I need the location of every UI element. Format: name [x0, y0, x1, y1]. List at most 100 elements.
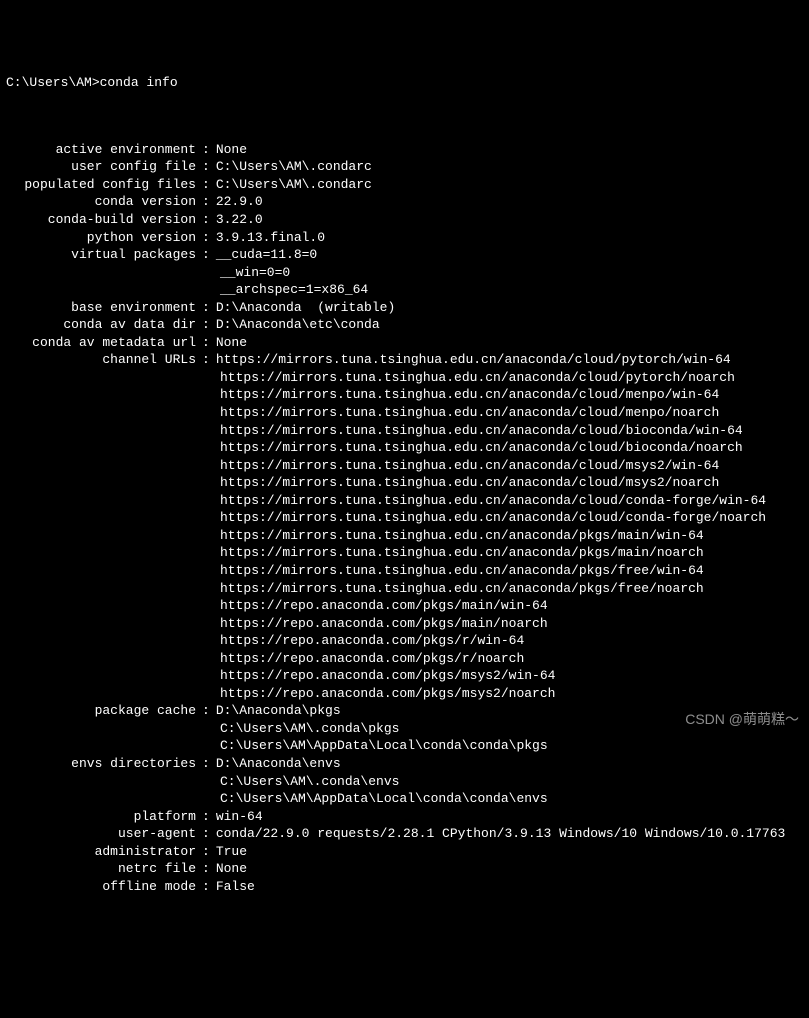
- info-value-continuation: https://mirrors.tuna.tsinghua.edu.cn/ana…: [6, 492, 803, 510]
- info-label: user-agent: [6, 825, 196, 843]
- watermark-text: CSDN @萌萌糕～: [685, 710, 799, 729]
- separator: :: [196, 825, 216, 843]
- info-row: active environment:None: [6, 141, 803, 159]
- info-value: C:\Users\AM\.condarc: [216, 158, 372, 176]
- info-value-continuation: https://mirrors.tuna.tsinghua.edu.cn/ana…: [6, 422, 803, 440]
- separator: :: [196, 211, 216, 229]
- separator: :: [196, 158, 216, 176]
- info-row: administrator:True: [6, 843, 803, 861]
- info-row: virtual packages:__cuda=11.8=0: [6, 246, 803, 264]
- separator: :: [196, 860, 216, 878]
- info-value-continuation: https://mirrors.tuna.tsinghua.edu.cn/ana…: [6, 527, 803, 545]
- info-row: package cache:D:\Anaconda\pkgs: [6, 702, 803, 720]
- separator: :: [196, 755, 216, 773]
- info-value-continuation: https://mirrors.tuna.tsinghua.edu.cn/ana…: [6, 386, 803, 404]
- info-label: package cache: [6, 702, 196, 720]
- info-value: D:\Anaconda\etc\conda: [216, 316, 380, 334]
- info-value-continuation: https://mirrors.tuna.tsinghua.edu.cn/ana…: [6, 457, 803, 475]
- info-value: D:\Anaconda\envs: [216, 755, 341, 773]
- separator: :: [196, 808, 216, 826]
- command-prompt-line[interactable]: C:\Users\AM> conda info: [6, 74, 803, 92]
- info-row: offline mode:False: [6, 878, 803, 896]
- info-value: True: [216, 843, 247, 861]
- info-value: win-64: [216, 808, 263, 826]
- info-row: user config file:C:\Users\AM\.condarc: [6, 158, 803, 176]
- info-label: offline mode: [6, 878, 196, 896]
- info-value-continuation: __archspec=1=x86_64: [6, 281, 803, 299]
- info-value-continuation: https://repo.anaconda.com/pkgs/main/win-…: [6, 597, 803, 615]
- info-label: user config file: [6, 158, 196, 176]
- info-value: D:\Anaconda (writable): [216, 299, 395, 317]
- info-row: python version:3.9.13.final.0: [6, 229, 803, 247]
- info-row: envs directories:D:\Anaconda\envs: [6, 755, 803, 773]
- info-value: conda/22.9.0 requests/2.28.1 CPython/3.9…: [216, 825, 786, 843]
- info-value-continuation: https://mirrors.tuna.tsinghua.edu.cn/ana…: [6, 544, 803, 562]
- info-value: False: [216, 878, 255, 896]
- separator: :: [196, 334, 216, 352]
- info-row: platform:win-64: [6, 808, 803, 826]
- info-label: conda-build version: [6, 211, 196, 229]
- typed-command: conda info: [100, 74, 178, 92]
- info-label: administrator: [6, 843, 196, 861]
- info-value-continuation: https://mirrors.tuna.tsinghua.edu.cn/ana…: [6, 369, 803, 387]
- info-label: netrc file: [6, 860, 196, 878]
- info-value-continuation: https://mirrors.tuna.tsinghua.edu.cn/ana…: [6, 509, 803, 527]
- info-label: active environment: [6, 141, 196, 159]
- info-row: base environment:D:\Anaconda (writable): [6, 299, 803, 317]
- info-row: channel URLs:https://mirrors.tuna.tsingh…: [6, 351, 803, 369]
- separator: :: [196, 351, 216, 369]
- info-value-continuation: https://mirrors.tuna.tsinghua.edu.cn/ana…: [6, 562, 803, 580]
- separator: :: [196, 299, 216, 317]
- separator: :: [196, 246, 216, 264]
- info-value-continuation: https://mirrors.tuna.tsinghua.edu.cn/ana…: [6, 404, 803, 422]
- info-value: 3.22.0: [216, 211, 263, 229]
- info-value: None: [216, 334, 247, 352]
- info-value-continuation: https://repo.anaconda.com/pkgs/r/win-64: [6, 632, 803, 650]
- info-value-continuation: C:\Users\AM\.conda\pkgs: [6, 720, 803, 738]
- info-label: virtual packages: [6, 246, 196, 264]
- info-label: conda av metadata url: [6, 334, 196, 352]
- info-label: python version: [6, 229, 196, 247]
- info-label: conda av data dir: [6, 316, 196, 334]
- separator: :: [196, 176, 216, 194]
- info-value-continuation: https://repo.anaconda.com/pkgs/msys2/win…: [6, 667, 803, 685]
- info-value-continuation: https://repo.anaconda.com/pkgs/msys2/noa…: [6, 685, 803, 703]
- separator: :: [196, 229, 216, 247]
- info-value: None: [216, 860, 247, 878]
- info-label: platform: [6, 808, 196, 826]
- info-value: https://mirrors.tuna.tsinghua.edu.cn/ana…: [216, 351, 731, 369]
- info-row: netrc file:None: [6, 860, 803, 878]
- info-value-continuation: C:\Users\AM\AppData\Local\conda\conda\en…: [6, 790, 803, 808]
- separator: :: [196, 702, 216, 720]
- info-row: conda av data dir:D:\Anaconda\etc\conda: [6, 316, 803, 334]
- separator: :: [196, 141, 216, 159]
- info-label: channel URLs: [6, 351, 196, 369]
- info-row: user-agent:conda/22.9.0 requests/2.28.1 …: [6, 825, 803, 843]
- prompt-path: C:\Users\AM>: [6, 74, 100, 92]
- separator: :: [196, 843, 216, 861]
- info-label: conda version: [6, 193, 196, 211]
- info-value: __cuda=11.8=0: [216, 246, 317, 264]
- info-label: envs directories: [6, 755, 196, 773]
- separator: :: [196, 193, 216, 211]
- info-row: populated config files:C:\Users\AM\.cond…: [6, 176, 803, 194]
- info-row: conda version:22.9.0: [6, 193, 803, 211]
- info-value-continuation: C:\Users\AM\AppData\Local\conda\conda\pk…: [6, 737, 803, 755]
- info-value-continuation: https://repo.anaconda.com/pkgs/main/noar…: [6, 615, 803, 633]
- info-label: populated config files: [6, 176, 196, 194]
- info-value-continuation: https://repo.anaconda.com/pkgs/r/noarch: [6, 650, 803, 668]
- info-value-continuation: __win=0=0: [6, 264, 803, 282]
- info-value: C:\Users\AM\.condarc: [216, 176, 372, 194]
- info-value-continuation: https://mirrors.tuna.tsinghua.edu.cn/ana…: [6, 439, 803, 457]
- info-label: base environment: [6, 299, 196, 317]
- separator: :: [196, 878, 216, 896]
- conda-info-output: active environment:Noneuser config file:…: [6, 141, 803, 896]
- separator: :: [196, 316, 216, 334]
- info-value: D:\Anaconda\pkgs: [216, 702, 341, 720]
- info-row: conda av metadata url:None: [6, 334, 803, 352]
- info-value: None: [216, 141, 247, 159]
- info-value-continuation: C:\Users\AM\.conda\envs: [6, 773, 803, 791]
- info-value-continuation: https://mirrors.tuna.tsinghua.edu.cn/ana…: [6, 580, 803, 598]
- info-value: 3.9.13.final.0: [216, 229, 325, 247]
- info-value: 22.9.0: [216, 193, 263, 211]
